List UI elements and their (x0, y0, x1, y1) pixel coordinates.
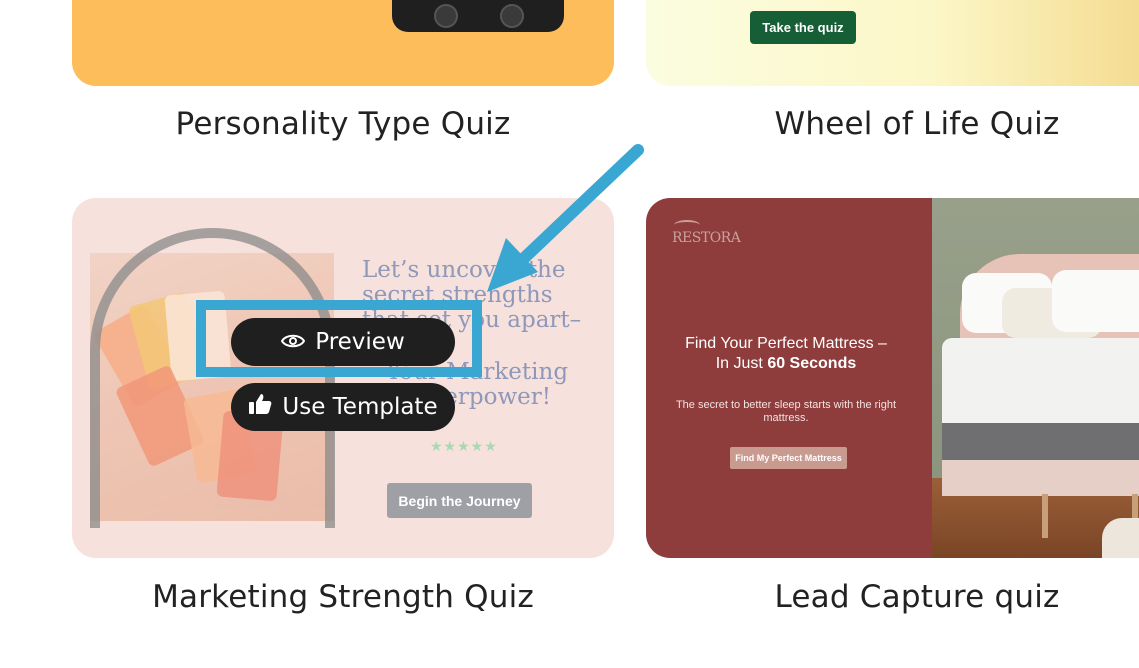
preview-highlight-box (196, 300, 482, 377)
lead-headline: Find Your Perfect Mattress – In Just 60 … (685, 335, 887, 372)
card-title-wheel: Wheel of Life Quiz (774, 106, 1060, 142)
rating-stars: ★★★★★ (430, 438, 498, 454)
card-title-lead: Lead Capture quiz (774, 579, 1060, 615)
bolt-icon (434, 4, 458, 28)
product-image (392, 0, 564, 32)
use-template-label: Use Template (282, 394, 438, 420)
card-title-marketing: Marketing Strength Quiz (152, 579, 534, 615)
marketing-strength-card[interactable]: Let’s uncover the secret strengths that … (72, 198, 614, 558)
begin-journey-button[interactable]: Begin the Journey (387, 483, 532, 518)
bolt-icon (500, 4, 524, 28)
lead-subtext: The secret to better sleep starts with t… (675, 399, 897, 424)
personality-quiz-card[interactable] (72, 0, 614, 86)
bedroom-photo (932, 198, 1139, 558)
lead-capture-card[interactable]: RESTORA Find Your Perfect Mattress – In … (646, 198, 1139, 558)
arch-frame (90, 228, 335, 528)
find-mattress-button[interactable]: Find My Perfect Mattress (730, 447, 847, 469)
restora-logo: RESTORA (672, 220, 741, 246)
wheel-of-life-card[interactable]: Take the quiz (646, 0, 1139, 86)
take-quiz-button[interactable]: Take the quiz (750, 11, 856, 44)
thumbs-up-icon (248, 393, 272, 421)
card-title-personality: Personality Type Quiz (175, 106, 511, 142)
use-template-button[interactable]: Use Template (231, 383, 455, 431)
